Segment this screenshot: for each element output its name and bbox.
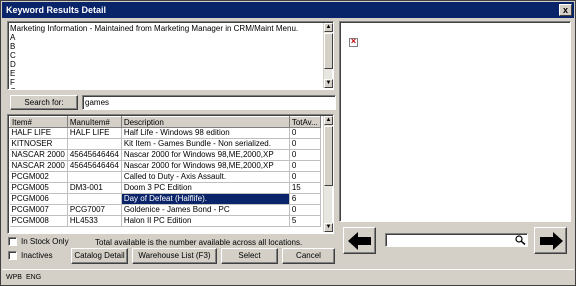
in-stock-only-label: In Stock Only bbox=[21, 237, 69, 246]
scroll-down-icon[interactable]: ▼ bbox=[324, 223, 333, 232]
cell-manuitem bbox=[67, 193, 122, 205]
select-button[interactable]: Select bbox=[221, 248, 278, 264]
memo-scrollbar[interactable]: ▲ ▼ bbox=[323, 23, 333, 88]
cell-manuitem: HL4533 bbox=[67, 215, 122, 227]
column-header-item[interactable]: Item# bbox=[9, 116, 68, 128]
memo-line: F bbox=[10, 78, 15, 87]
left-arrow-icon bbox=[348, 232, 371, 250]
close-button[interactable]: x bbox=[559, 4, 572, 16]
cell-totav: 0 bbox=[289, 160, 321, 172]
warehouse-list-button[interactable]: Warehouse List (F3) bbox=[132, 248, 217, 264]
table-row[interactable]: PCGM005 DM3-001 Doom 3 PC Edition 15 bbox=[9, 182, 321, 194]
column-header-manuitem[interactable]: ManuItem# bbox=[66, 116, 122, 128]
title-bar: Keyword Results Detail x bbox=[2, 2, 574, 18]
cell-manuitem bbox=[67, 171, 122, 183]
magnifier-icon[interactable] bbox=[515, 235, 526, 245]
availability-info-text: Total available is the number available … bbox=[95, 238, 303, 247]
cell-totav: 0 bbox=[289, 138, 321, 150]
memo-line: A bbox=[10, 33, 16, 42]
scroll-up-icon[interactable]: ▲ bbox=[324, 23, 333, 32]
cancel-button[interactable]: Cancel bbox=[282, 248, 335, 264]
window-title: Keyword Results Detail bbox=[6, 5, 107, 15]
inactives-option[interactable]: Inactives bbox=[8, 251, 53, 261]
cell-description: Goldenice - James Bond - PC bbox=[121, 204, 290, 216]
cell-description: Doom 3 PC Edition bbox=[121, 182, 290, 194]
cell-item: PCGM007 bbox=[9, 204, 68, 216]
cell-description: Nascar 2000 for Windows 98,ME,2000,XP bbox=[121, 149, 290, 161]
cell-description: Halon II PC Edition bbox=[121, 215, 290, 227]
table-row[interactable]: NASCAR 2000 45645646464 Nascar 2000 for Wi… bbox=[9, 160, 321, 172]
cell-manuitem: 45645646464 bbox=[67, 149, 122, 161]
cell-totav: 6 bbox=[289, 193, 321, 205]
cell-manuitem: PCG7007 bbox=[67, 204, 122, 216]
status-left: WPB bbox=[6, 274, 22, 281]
scroll-up-icon[interactable]: ▲ bbox=[324, 116, 333, 125]
inactives-label: Inactives bbox=[21, 251, 53, 260]
next-button[interactable] bbox=[534, 227, 567, 254]
table-row[interactable]: NASCAR 2000 45645646464 Nascar 2000 for Wi… bbox=[9, 149, 321, 161]
cell-totav: 0 bbox=[289, 149, 321, 161]
in-stock-only-checkbox[interactable] bbox=[8, 237, 17, 247]
cell-totav: 15 bbox=[289, 182, 321, 194]
cell-item: PCGM006 bbox=[9, 193, 68, 205]
memo-text: Marketing Information - Maintained from … bbox=[10, 24, 322, 89]
cell-totav: 0 bbox=[289, 204, 321, 216]
table-row[interactable]: HALF LIFE HALF LIFE Half Life - Windows 98… bbox=[9, 127, 321, 139]
cell-item: HALF LIFE bbox=[9, 127, 68, 139]
table-row[interactable]: PCGM008 HL4533 Halon II PC Edition 5 bbox=[9, 215, 321, 227]
table-row[interactable]: PCGM002 Called to Duty - Axis Assault. 0 bbox=[9, 171, 321, 183]
cell-manuitem: HALF LIFE bbox=[67, 127, 122, 139]
cell-item: PCGM005 bbox=[9, 182, 68, 194]
cell-totav: 5 bbox=[289, 215, 321, 227]
scroll-thumb[interactable] bbox=[324, 126, 333, 186]
scroll-thumb[interactable] bbox=[324, 33, 333, 69]
right-arrow-icon bbox=[540, 232, 563, 250]
results-grid[interactable]: Item# ManuItem# Description TotAv... HAL… bbox=[7, 114, 334, 234]
status-bar: WPB ENG bbox=[2, 269, 574, 285]
cell-item: NASCAR 2000 bbox=[9, 149, 68, 161]
cell-item: PCGM008 bbox=[9, 215, 68, 227]
grid-header-row: Item# ManuItem# Description TotAv... bbox=[9, 116, 321, 128]
cell-item: PCGM002 bbox=[9, 171, 68, 183]
table-row[interactable]: PCGM007 PCG7007 Goldenice - James Bond - P… bbox=[9, 204, 321, 216]
cell-description: Called to Duty - Axis Assault. bbox=[121, 171, 290, 183]
lookup-input[interactable] bbox=[385, 233, 528, 247]
grid-scrollbar[interactable]: ▲ ▼ bbox=[323, 116, 333, 232]
memo-line: E bbox=[10, 69, 16, 78]
scroll-down-icon[interactable]: ▼ bbox=[324, 79, 333, 88]
column-header-description[interactable]: Description bbox=[120, 116, 290, 128]
cell-item: KITNOSER bbox=[9, 138, 68, 150]
cell-description: Kit Item - Games Bundle - Non serialized… bbox=[121, 138, 290, 150]
memo-line: B bbox=[10, 42, 16, 51]
marketing-info-memo[interactable]: Marketing Information - Maintained from … bbox=[7, 21, 334, 90]
keyword-results-window: Keyword Results Detail x Marketing Infor… bbox=[0, 0, 576, 286]
broken-image-icon bbox=[349, 36, 358, 47]
memo-line: G bbox=[10, 87, 322, 89]
table-row-selected[interactable]: PCGM006 Day of Defeat (Halflife). 6 bbox=[9, 193, 321, 205]
search-for-button[interactable]: Search for: bbox=[10, 95, 78, 110]
cell-totav: 0 bbox=[289, 127, 321, 139]
catalog-detail-button[interactable]: Catalog Detail bbox=[71, 248, 128, 264]
cell-description: Half Life - Windows 98 edition bbox=[121, 127, 290, 139]
column-header-totav[interactable]: TotAv... bbox=[288, 116, 321, 128]
results-table: Item# ManuItem# Description TotAv... HAL… bbox=[9, 116, 321, 227]
previous-button[interactable] bbox=[343, 227, 376, 254]
cell-manuitem: DM3-001 bbox=[67, 182, 122, 194]
search-input[interactable]: games bbox=[82, 95, 336, 110]
cell-description: Nascar 2000 for Windows 98,ME,2000,XP bbox=[121, 160, 290, 172]
cell-manuitem bbox=[67, 138, 122, 150]
item-image-panel bbox=[339, 21, 571, 222]
cell-manuitem: 45645646464 bbox=[67, 160, 122, 172]
memo-line: Marketing Information - Maintained from … bbox=[10, 24, 299, 33]
cell-totav: 0 bbox=[289, 171, 321, 183]
status-language: ENG bbox=[26, 274, 42, 281]
in-stock-only-option[interactable]: In Stock Only bbox=[8, 237, 69, 247]
memo-line: D bbox=[10, 60, 16, 69]
memo-line: C bbox=[10, 51, 16, 60]
cell-description: Day of Defeat (Halflife). bbox=[121, 193, 290, 205]
inactives-checkbox[interactable] bbox=[8, 251, 17, 261]
table-row[interactable]: KITNOSER Kit Item - Games Bundle - Non se… bbox=[9, 138, 321, 150]
cell-item: NASCAR 2000 bbox=[9, 160, 68, 172]
